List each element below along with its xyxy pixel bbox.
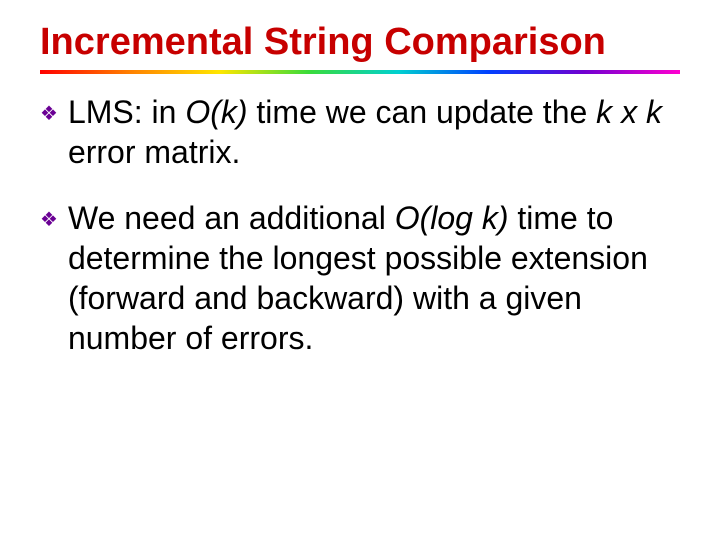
list-item-text: We need an additional O(log k) time to d…: [68, 198, 680, 358]
diamond-bullet-icon: ❖: [40, 208, 58, 233]
diamond-bullet-icon: ❖: [40, 102, 58, 127]
rainbow-divider: [40, 70, 680, 74]
list-item-text: LMS: in O(k) time we can update the k x …: [68, 92, 680, 172]
page-title: Incremental String Comparison: [40, 22, 680, 64]
list-item: ❖ We need an additional O(log k) time to…: [40, 198, 680, 358]
slide-body: ❖ LMS: in O(k) time we can update the k …: [40, 92, 680, 358]
slide: Incremental String Comparison ❖ LMS: in …: [0, 0, 720, 540]
list-item: ❖ LMS: in O(k) time we can update the k …: [40, 92, 680, 172]
